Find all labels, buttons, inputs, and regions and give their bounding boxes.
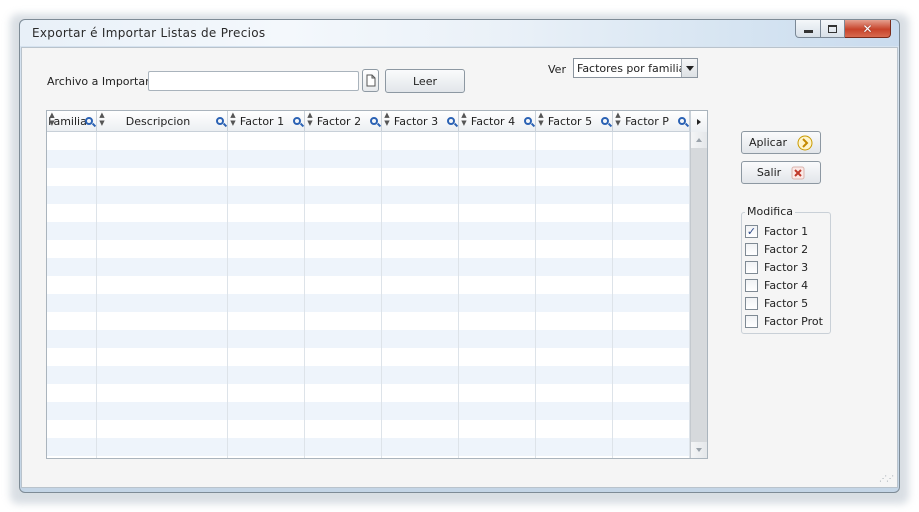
column-divider xyxy=(535,132,536,458)
modifica-option[interactable]: Factor Prot xyxy=(745,313,823,329)
column-divider xyxy=(612,132,613,458)
sort-icon[interactable]: ▲▼ xyxy=(614,111,622,127)
checkbox-label: Factor 5 xyxy=(764,296,809,310)
checkbox[interactable] xyxy=(745,278,758,292)
column-header[interactable]: ▲▼ Factor 3 xyxy=(382,111,459,132)
search-icon[interactable] xyxy=(601,117,609,125)
modifica-legend: Modifica xyxy=(745,205,795,218)
sort-icon[interactable]: ▲▼ xyxy=(460,111,468,127)
checkbox[interactable] xyxy=(745,242,758,256)
sort-icon[interactable]: ▲▼ xyxy=(306,111,314,127)
column-divider xyxy=(304,132,305,458)
scroll-up-button[interactable] xyxy=(691,132,707,148)
sort-icon[interactable]: ▲▼ xyxy=(537,111,545,127)
exit-button-label: Salir xyxy=(756,166,782,179)
column-header[interactable]: ▲▼ Familia xyxy=(47,111,97,132)
minimize-button[interactable] xyxy=(795,20,821,38)
apply-button-label: Aplicar xyxy=(749,136,787,149)
modifica-option[interactable]: Factor 4 xyxy=(745,277,808,293)
column-header-label: Factor 1 xyxy=(239,115,285,128)
maximize-icon xyxy=(828,24,837,33)
checkbox-label: Factor 3 xyxy=(764,260,809,274)
scroll-columns-right-button[interactable] xyxy=(690,111,707,132)
apply-button[interactable]: Aplicar xyxy=(741,131,821,154)
import-file-input[interactable] xyxy=(148,71,359,91)
column-header[interactable]: ▲▼ Factor 5 xyxy=(536,111,613,132)
browse-file-button[interactable] xyxy=(362,69,379,92)
column-header-label: Factor 4 xyxy=(470,115,516,128)
exit-button[interactable]: Salir xyxy=(741,161,821,184)
scroll-down-button[interactable] xyxy=(691,442,707,458)
sort-icon[interactable]: ▲▼ xyxy=(98,111,106,127)
client-area: Archivo a Importar Leer Ver Factores por… xyxy=(21,47,898,488)
window-title: Exportar é Importar Listas de Precios xyxy=(32,26,266,40)
column-header[interactable]: ▲▼ Factor P xyxy=(613,111,690,132)
sort-icon[interactable]: ▲▼ xyxy=(383,111,391,127)
arrow-right-icon xyxy=(797,135,813,150)
modifica-option[interactable]: ✓ Factor 1 xyxy=(745,223,808,239)
column-header[interactable]: ▲▼ Factor 1 xyxy=(228,111,305,132)
checkbox[interactable] xyxy=(745,260,758,274)
column-divider xyxy=(458,132,459,458)
search-icon[interactable] xyxy=(216,117,224,125)
column-header[interactable]: ▲▼ Factor 4 xyxy=(459,111,536,132)
minimize-icon xyxy=(803,30,813,33)
column-header[interactable]: ▲▼ Descripcion xyxy=(97,111,228,132)
close-icon xyxy=(791,166,805,179)
column-header-label: Factor 3 xyxy=(393,115,439,128)
title-bar[interactable]: Exportar é Importar Listas de Precios ✕ xyxy=(20,20,899,46)
column-header-label: Factor 2 xyxy=(316,115,362,128)
search-icon[interactable] xyxy=(447,117,455,125)
read-button[interactable]: Leer xyxy=(385,69,465,93)
checkbox[interactable] xyxy=(745,314,758,328)
column-header-label: Descripcion xyxy=(125,115,191,128)
column-divider xyxy=(227,132,228,458)
chevron-right-icon xyxy=(697,118,701,125)
checkbox-label: Factor Prot xyxy=(764,314,823,328)
maximize-button[interactable] xyxy=(821,20,845,38)
view-label: Ver xyxy=(548,63,566,76)
checkbox-label: Factor 1 xyxy=(764,224,809,238)
search-icon[interactable] xyxy=(85,117,93,125)
sort-icon[interactable]: ▲▼ xyxy=(229,111,237,127)
close-icon: ✕ xyxy=(862,21,873,36)
modifica-option[interactable]: Factor 5 xyxy=(745,295,808,311)
column-divider xyxy=(96,132,97,458)
column-divider xyxy=(381,132,382,458)
view-select[interactable]: Factores por familia xyxy=(573,58,698,78)
grid-header: ▲▼ Familia ▲▼ Descripcion ▲▼ Factor 1 ▲▼ Factor… xyxy=(47,111,690,132)
sort-icon[interactable]: ▲▼ xyxy=(48,111,56,127)
modifica-option[interactable]: Factor 2 xyxy=(745,241,808,257)
close-button[interactable]: ✕ xyxy=(845,20,891,38)
chevron-down-icon[interactable] xyxy=(681,59,697,77)
search-icon[interactable] xyxy=(524,117,532,125)
document-icon xyxy=(366,74,375,87)
chevron-down-icon xyxy=(696,448,702,452)
column-header-label: Factor P xyxy=(625,115,669,128)
search-icon[interactable] xyxy=(370,117,378,125)
resize-grip-icon[interactable]: ⋰⋰ xyxy=(879,474,894,483)
view-select-value: Factores por familia xyxy=(577,61,686,75)
chevron-up-icon xyxy=(696,138,702,142)
grid-body[interactable] xyxy=(47,132,690,458)
checkbox[interactable]: ✓ xyxy=(745,224,758,238)
column-header-label: Factor 5 xyxy=(547,115,593,128)
import-file-label: Archivo a Importar xyxy=(47,75,150,88)
search-icon[interactable] xyxy=(293,117,301,125)
search-icon[interactable] xyxy=(678,117,686,125)
checkbox[interactable] xyxy=(745,296,758,310)
modifica-group: Modifica ✓ Factor 1 Factor 2 Factor 3 Factor… xyxy=(741,205,831,334)
prices-grid[interactable]: ▲▼ Familia ▲▼ Descripcion ▲▼ Factor 1 ▲▼ Factor… xyxy=(46,110,708,459)
checkbox-label: Factor 4 xyxy=(764,278,809,292)
modifica-option[interactable]: Factor 3 xyxy=(745,259,808,275)
app-window: Exportar é Importar Listas de Precios ✕ … xyxy=(19,19,900,493)
vertical-scrollbar[interactable] xyxy=(690,132,707,458)
column-header[interactable]: ▲▼ Factor 2 xyxy=(305,111,382,132)
checkbox-label: Factor 2 xyxy=(764,242,809,256)
